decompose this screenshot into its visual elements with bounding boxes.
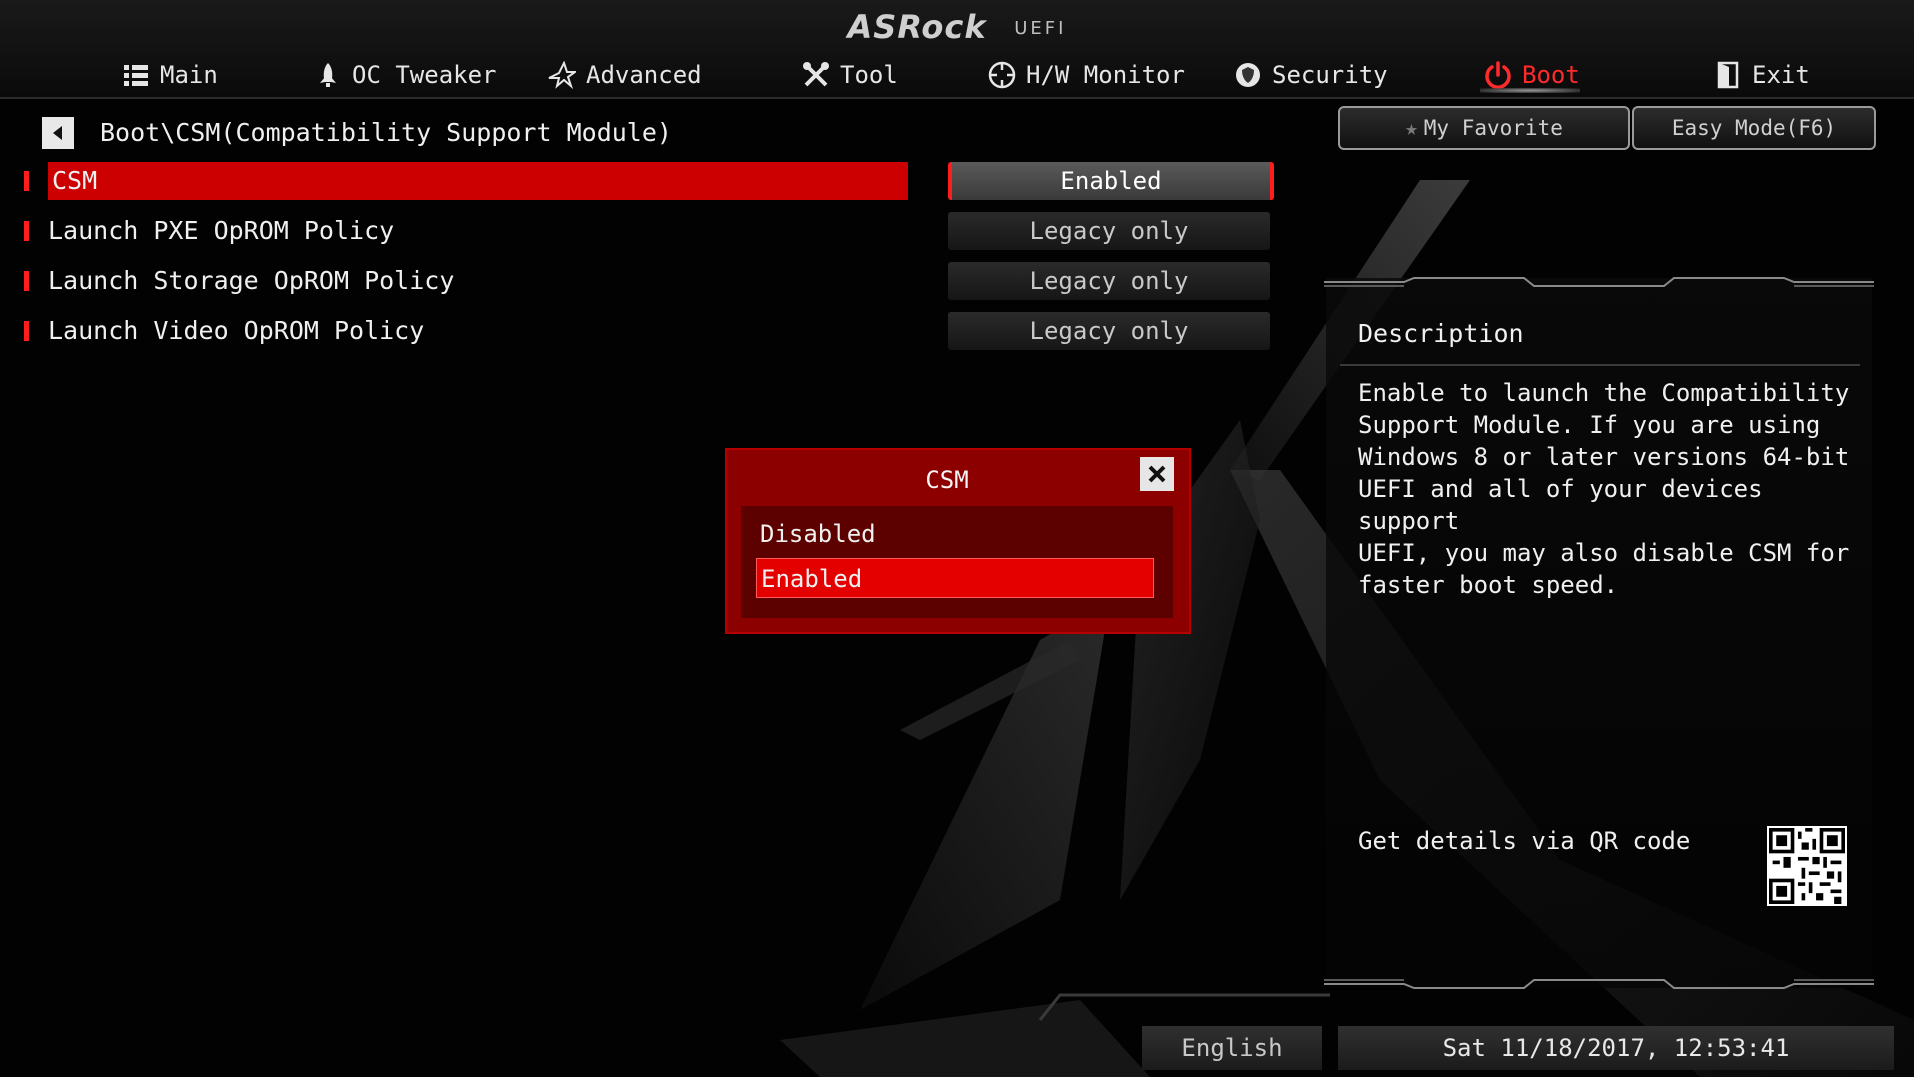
setting-row-csm[interactable]: CSM	[24, 162, 908, 200]
exit-icon	[1717, 61, 1739, 89]
easy-mode-button[interactable]: Easy Mode(F6)	[1632, 106, 1876, 150]
list-icon	[124, 65, 148, 86]
setting-label: Launch PXE OpROM Policy	[48, 216, 395, 245]
option-enabled[interactable]: Enabled	[756, 558, 1154, 598]
tab-label: Main	[160, 61, 218, 89]
close-icon	[1148, 465, 1166, 483]
tab-label: Exit	[1752, 61, 1810, 89]
setting-row-video-oprom[interactable]: Launch Video OpROM Policy	[24, 312, 904, 350]
monitor-icon	[988, 61, 1016, 89]
uefi-label: UEFI	[1014, 18, 1067, 39]
tools-icon	[803, 62, 829, 87]
tab-exit[interactable]: Exit	[1714, 58, 1810, 92]
qr-code-label: Get details via QR code	[1358, 827, 1691, 855]
shield-icon	[1236, 63, 1260, 87]
popup-close-button[interactable]	[1140, 457, 1174, 491]
my-favorite-button[interactable]: ★ My Favorite	[1338, 106, 1630, 150]
tab-label: Boot	[1522, 61, 1580, 89]
language-button[interactable]: English	[1142, 1026, 1322, 1070]
description-text: Enable to launch the Compatibility Suppo…	[1358, 379, 1850, 599]
row-marker	[24, 271, 29, 291]
setting-label: CSM	[48, 162, 908, 200]
setting-row-storage-oprom[interactable]: Launch Storage OpROM Policy	[24, 262, 904, 300]
my-favorite-label: My Favorite	[1423, 116, 1563, 140]
description-divider	[1340, 364, 1860, 366]
setting-label: Launch Storage OpROM Policy	[48, 266, 455, 295]
panel-frame-top	[1324, 277, 1874, 287]
asrock-logo: ASRock	[847, 8, 987, 46]
option-disabled[interactable]: Disabled	[756, 514, 1154, 554]
tab-tool[interactable]: Tool	[802, 58, 898, 92]
chevron-left-icon	[53, 126, 62, 140]
row-marker	[24, 321, 29, 341]
date-time-display: Sat 11/18/2017, 12:53:41	[1338, 1026, 1894, 1070]
star-icon: ★	[1405, 116, 1418, 140]
popup-option-list: Disabled Enabled	[741, 506, 1173, 618]
panel-frame-bottom	[1324, 979, 1874, 989]
tab-label: Tool	[840, 61, 898, 89]
tab-hw-monitor[interactable]: H/W Monitor	[988, 58, 1185, 92]
tab-oc-tweaker[interactable]: OC Tweaker	[314, 58, 497, 92]
tab-label: OC Tweaker	[352, 61, 497, 89]
tab-boot[interactable]: Boot	[1484, 58, 1580, 92]
row-marker	[24, 171, 29, 191]
description-heading: Description	[1358, 319, 1524, 348]
top-header: ASRock UEFI Main OC Tweaker Advanced Too…	[0, 0, 1914, 99]
tab-advanced[interactable]: Advanced	[548, 58, 702, 92]
csm-option-popup: CSM Disabled Enabled	[725, 448, 1191, 634]
tab-label: H/W Monitor	[1026, 61, 1185, 89]
setting-value-storage-oprom[interactable]: Legacy only	[948, 262, 1270, 300]
setting-row-pxe-oprom[interactable]: Launch PXE OpROM Policy	[24, 212, 904, 250]
brand: ASRock UEFI	[0, 8, 1914, 46]
power-icon	[1485, 61, 1511, 89]
tab-main[interactable]: Main	[122, 58, 218, 92]
qr-code-image	[1767, 826, 1847, 906]
popup-title: CSM	[925, 466, 969, 494]
breadcrumb: Boot\CSM(Compatibility Support Module)	[100, 118, 672, 147]
setting-label: Launch Video OpROM Policy	[48, 316, 425, 345]
setting-value-csm[interactable]: Enabled	[948, 162, 1274, 200]
star-icon	[548, 61, 576, 89]
setting-value-pxe-oprom[interactable]: Legacy only	[948, 212, 1270, 250]
row-marker	[24, 221, 29, 241]
back-button[interactable]	[42, 117, 74, 149]
tab-label: Security	[1272, 61, 1388, 89]
active-tab-indicator	[1480, 88, 1580, 93]
tab-label: Advanced	[586, 61, 702, 89]
rocket-icon	[320, 63, 336, 87]
setting-value-video-oprom[interactable]: Legacy only	[948, 312, 1270, 350]
tab-security[interactable]: Security	[1234, 58, 1388, 92]
